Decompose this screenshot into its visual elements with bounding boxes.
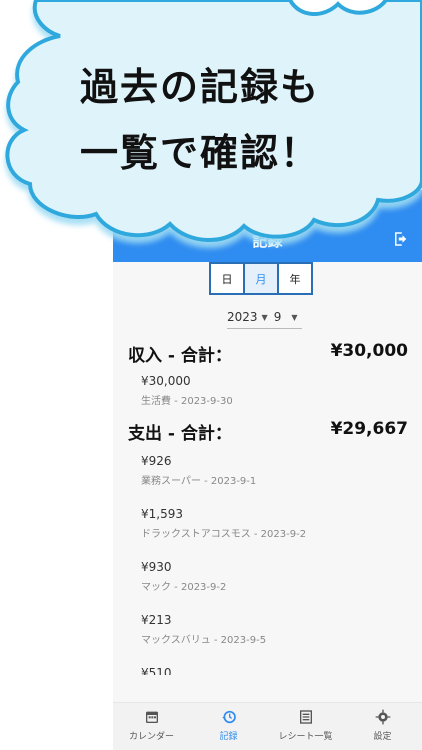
expense-summary: 支出 - 合計： ¥29,667: [128, 419, 408, 444]
item-label: 業務スーパー - 2023-9-1: [141, 476, 257, 487]
year-caret-icon[interactable]: ▼: [262, 313, 268, 322]
item-label: マック - 2023-9-2: [141, 582, 227, 593]
nav-receipts[interactable]: レシート一覧: [267, 709, 344, 742]
bottom-navigation: カレンダー 記録 レシート一覧 設定: [113, 702, 422, 750]
list-item[interactable]: ¥1,593 ドラックストアコスモス - 2023-9-2: [141, 507, 306, 540]
month-caret-icon[interactable]: ▼: [291, 313, 297, 322]
item-amount: ¥1,593: [141, 507, 183, 521]
date-selector: 2023 ▼ 9 ▼: [227, 310, 304, 329]
income-total: ¥30,000: [330, 341, 408, 361]
item-label: マックスバリュ - 2023-9-5: [141, 635, 267, 646]
app-screen: 記録 日 月 年 2023 ▼ 9 ▼ 収入 - 合計： ¥30,000 ¥30…: [113, 190, 422, 750]
list-item[interactable]: ¥30,000 生活費 - 2023-9-30: [141, 374, 233, 407]
nav-settings-label: 設定: [373, 732, 392, 742]
tab-year[interactable]: 年: [277, 262, 313, 295]
banner-headline: 過去の記録も 一覧で確認！: [80, 54, 320, 186]
nav-receipts-label: レシート一覧: [278, 732, 333, 742]
nav-records[interactable]: 記録: [190, 709, 267, 742]
item-amount: ¥30,000: [141, 374, 191, 388]
list-item[interactable]: ¥926 業務スーパー - 2023-9-1: [141, 454, 256, 487]
item-amount: ¥926: [141, 454, 172, 468]
list-item[interactable]: ¥213 マックスバリュ - 2023-9-5: [141, 613, 266, 646]
income-summary: 収入 - 合計： ¥30,000: [128, 341, 408, 366]
tab-month[interactable]: 月: [243, 262, 279, 295]
banner-line-2: 一覧で確認！: [80, 131, 321, 175]
nav-records-label: 記録: [219, 732, 238, 742]
list-item[interactable]: ¥510: [141, 666, 172, 675]
history-icon: [221, 710, 236, 724]
item-amount: ¥213: [141, 613, 172, 627]
calendar-icon: [145, 711, 158, 723]
item-label: 生活費 - 2023-9-30: [141, 396, 233, 407]
year-select[interactable]: 2023: [227, 310, 258, 324]
nav-calendar[interactable]: カレンダー: [113, 709, 190, 742]
nav-settings[interactable]: 設定: [344, 709, 421, 742]
date-underline: [227, 328, 302, 329]
list-icon: [299, 710, 312, 724]
nav-calendar-label: カレンダー: [128, 732, 174, 742]
item-amount: ¥930: [141, 560, 172, 574]
item-amount: ¥510: [141, 666, 172, 675]
expense-title: 支出 - 合計：: [128, 424, 232, 444]
tab-day[interactable]: 日: [209, 262, 245, 295]
gear-icon: [375, 709, 390, 725]
list-item[interactable]: ¥930 マック - 2023-9-2: [141, 560, 226, 593]
income-title: 収入 - 合計：: [128, 346, 232, 366]
expense-total: ¥29,667: [330, 419, 408, 439]
item-label: ドラックストアコスモス - 2023-9-2: [141, 529, 307, 540]
period-segmented-control: 日 月 年: [209, 262, 313, 295]
month-select[interactable]: 9: [274, 310, 282, 324]
banner-line-1: 過去の記録も: [80, 65, 321, 109]
